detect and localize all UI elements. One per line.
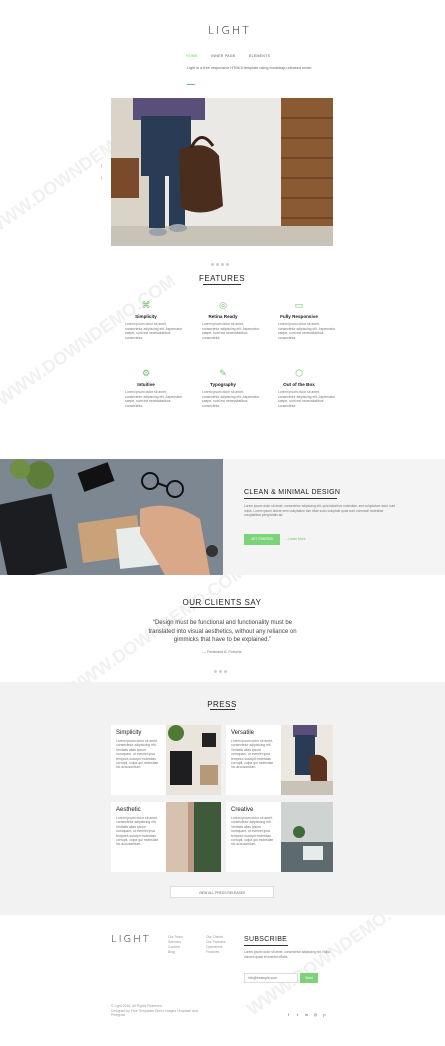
quote-author: — Ferdinand A. Porsche <box>202 650 242 654</box>
about-text: Lorem ipsum dolor sit amet, consectetur … <box>244 504 396 518</box>
press-card-text: Lorem ipsum dolor sit amet, consectetur … <box>231 816 274 847</box>
features-title-underline <box>203 284 241 285</box>
subscribe-title: SUBSCRIBE <box>244 936 288 943</box>
subscribe-title-underline <box>244 945 288 946</box>
instagram-icon[interactable]: ◎ <box>313 1012 318 1017</box>
press-section <box>0 682 445 915</box>
press-card-text: Lorem ipsum dolor sit amet, consectetur … <box>231 739 274 770</box>
pinterest-icon[interactable]: p <box>322 1012 327 1017</box>
feature-title: Intuitive <box>137 382 155 387</box>
carousel-dot[interactable] <box>221 263 224 266</box>
nav-inner-page[interactable]: Inner Page <box>211 54 235 58</box>
feature-item: ✎ Typography Lorem ipsum dolor sit amet,… <box>184 368 262 408</box>
main-nav: Home Inner Page Elements <box>186 44 279 62</box>
feature-title: Simplicity <box>135 314 157 319</box>
carousel-dots[interactable] <box>210 253 230 271</box>
quote-dot[interactable] <box>219 670 222 673</box>
carousel-next-icon[interactable]: ↓ <box>100 175 103 181</box>
gear-icon: ⚙ <box>141 368 151 378</box>
shuffle-icon: ⌘ <box>141 300 151 310</box>
carousel-prev-icon[interactable]: ↑ <box>100 164 103 170</box>
site-logo[interactable]: LIGHT <box>208 24 251 37</box>
monitor-icon: ▭ <box>294 300 304 310</box>
social-links: f t in ◎ p <box>286 1003 331 1021</box>
press-image <box>281 802 333 872</box>
feature-desc: Lorem ipsum dolor sit amet, consectetur … <box>202 322 260 340</box>
press-card: Aesthetic Lorem ipsum dolor sit amet, co… <box>111 802 166 872</box>
feature-title: Fully Responsive <box>280 314 318 319</box>
copyright-line: Pinegrow <box>111 1013 126 1018</box>
footer-links-col2: Our Clients Our Partners Operations Feat… <box>206 935 225 955</box>
twitter-icon[interactable]: t <box>295 1012 300 1017</box>
press-image <box>281 725 333 795</box>
press-title-underline <box>210 709 235 710</box>
client-quote: “Design must be functional and functiona… <box>148 620 297 643</box>
footer-link[interactable]: Features <box>206 950 225 955</box>
features-title: FEATURES <box>198 274 246 283</box>
press-card: Versatile Lorem ipsum dolor sit amet, co… <box>226 725 281 795</box>
hero-carousel[interactable] <box>111 98 333 246</box>
tagline: Light is a free responsive HTML5 templat… <box>187 66 312 70</box>
carousel-dot[interactable] <box>226 263 229 266</box>
email-input[interactable] <box>244 973 298 983</box>
eye-icon: ◎ <box>219 300 227 310</box>
feature-item: ⬡ Out of the Box Lorem ipsum dolor sit a… <box>260 368 338 408</box>
view-all-press-button[interactable]: VIEW ALL PRESS RELEASES <box>170 886 274 898</box>
subscribe-text: Lorem ipsum dolor sit amet, consectetur … <box>244 950 330 959</box>
about-title-underline <box>244 498 337 499</box>
tagline-rule <box>187 84 195 85</box>
footer-links-col1: Our Team Services Careers Blog <box>168 935 183 955</box>
linkedin-icon[interactable]: in <box>304 1012 309 1017</box>
feature-desc: Lorem ipsum dolor sit amet, consectetur … <box>125 390 183 408</box>
quote-dot[interactable] <box>224 670 227 673</box>
feature-title: Out of the Box <box>283 382 315 387</box>
about-title: CLEAN & MINIMAL DESIGN <box>244 489 341 496</box>
feature-item: ⚙ Intuitive Lorem ipsum dolor sit amet, … <box>107 368 185 408</box>
learn-more-link[interactable]: → Learn More <box>284 537 306 541</box>
clients-title: OUR CLIENTS SAY <box>182 598 262 607</box>
facebook-icon[interactable]: f <box>286 1012 291 1017</box>
feature-desc: Lorem ipsum dolor sit amet, consectetur … <box>125 322 183 340</box>
feature-desc: Lorem ipsum dolor sit amet, consectetur … <box>278 322 336 340</box>
cube-icon: ⬡ <box>295 368 303 378</box>
feature-desc: Lorem ipsum dolor sit amet, consectetur … <box>278 390 336 408</box>
carousel-dot[interactable] <box>211 263 214 266</box>
feature-item: ⌘ Simplicity Lorem ipsum dolor sit amet,… <box>107 300 185 340</box>
quote-dots[interactable] <box>213 660 228 678</box>
nav-elements[interactable]: Elements <box>249 54 270 58</box>
about-photo <box>0 459 223 575</box>
quote-dot[interactable] <box>214 670 217 673</box>
press-card-text: Lorem ipsum dolor sit amet, consectetur … <box>116 739 159 770</box>
send-button[interactable]: Send <box>300 973 318 983</box>
clients-title-underline <box>190 607 255 608</box>
feature-item: ▭ Fully Responsive Lorem ipsum dolor sit… <box>260 300 338 340</box>
feature-title: Typography <box>210 382 236 387</box>
press-card-title: Versatile <box>231 730 255 736</box>
pencil-icon: ✎ <box>219 368 227 378</box>
feature-desc: Lorem ipsum dolor sit amet, consectetur … <box>202 390 260 408</box>
feature-item: ◎ Retina Ready Lorem ipsum dolor sit ame… <box>184 300 262 340</box>
press-image <box>166 725 221 795</box>
press-card-title: Simplicity <box>116 730 142 736</box>
learn-more-label: Learn More <box>288 537 306 541</box>
hero-photo <box>111 98 333 246</box>
nav-home[interactable]: Home <box>186 54 198 58</box>
press-card-text: Lorem ipsum dolor sit amet, consectetur … <box>116 816 159 847</box>
press-image <box>166 802 221 872</box>
press-card: Creative Lorem ipsum dolor sit amet, con… <box>226 802 281 872</box>
footer-link[interactable]: Blog <box>168 950 183 955</box>
footer-logo[interactable]: LIGHT <box>111 934 151 945</box>
feature-title: Retina Ready <box>208 314 238 319</box>
get-started-button[interactable]: GET STARTED <box>244 534 280 545</box>
press-title: PRESS <box>207 700 237 709</box>
press-card: Simplicity Lorem ipsum dolor sit amet, c… <box>111 725 166 795</box>
copyright: © Light 2016. All Rights Reserved. Desig… <box>111 1004 241 1018</box>
press-card-title: Creative <box>231 807 254 813</box>
press-card-title: Aesthetic <box>116 807 141 813</box>
carousel-dot[interactable] <box>216 263 219 266</box>
